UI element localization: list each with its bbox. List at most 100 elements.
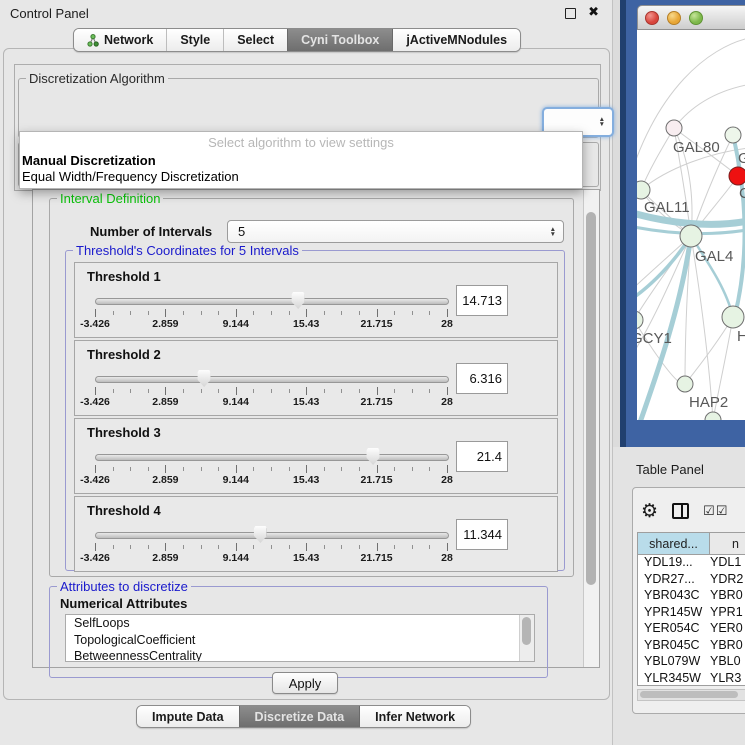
slider-tick bbox=[113, 467, 114, 471]
network-node[interactable] bbox=[722, 306, 744, 328]
network-node[interactable] bbox=[680, 225, 702, 247]
network-node-label: GA bbox=[738, 150, 745, 167]
table-row[interactable]: YDL19...YDL1 bbox=[638, 555, 745, 572]
columns-icon[interactable] bbox=[672, 503, 689, 519]
table-cell[interactable]: YBR0 bbox=[710, 588, 745, 605]
slider-tick bbox=[429, 545, 430, 549]
slider-handle[interactable] bbox=[198, 370, 211, 387]
table-row[interactable]: YPR145WYPR1 bbox=[638, 605, 745, 622]
zoom-traffic-light-icon[interactable] bbox=[689, 11, 703, 25]
slider-handle[interactable] bbox=[292, 292, 305, 309]
threshold-value-field[interactable]: 14.713 bbox=[456, 285, 508, 316]
apply-button[interactable]: Apply bbox=[272, 672, 338, 694]
slider-handle[interactable] bbox=[367, 448, 380, 465]
gear-icon[interactable]: ⚙ bbox=[641, 502, 658, 521]
column-header-shared-name[interactable]: shared... bbox=[638, 533, 710, 554]
tab-style[interactable]: Style bbox=[166, 29, 223, 51]
slider-tick bbox=[324, 545, 325, 549]
slider-tick bbox=[341, 389, 342, 393]
slider-track[interactable] bbox=[95, 454, 449, 461]
table-cell[interactable]: YBR043C bbox=[638, 588, 710, 605]
attribute-list-item[interactable]: TopologicalCoefficient bbox=[66, 632, 534, 649]
network-window-titlebar[interactable] bbox=[637, 5, 745, 30]
table-horizontal-scrollbar[interactable] bbox=[637, 689, 745, 701]
slider-scale-label: -3.426 bbox=[80, 474, 110, 486]
tab-infer-network[interactable]: Infer Network bbox=[359, 706, 470, 727]
select-checkboxes-icon[interactable]: ☑☑ bbox=[703, 503, 728, 519]
table-row[interactable]: YDR27...YDR2 bbox=[638, 572, 745, 589]
table-row[interactable]: YLR345WYLR3 bbox=[638, 671, 745, 687]
column-header-name[interactable]: n bbox=[710, 533, 745, 554]
network-canvas[interactable]: GAL80GACGAL11GAL4GCY1HHAP2 bbox=[637, 30, 745, 420]
slider-track[interactable] bbox=[95, 298, 449, 305]
tab-cyni-toolbox[interactable]: Cyni Toolbox bbox=[287, 29, 392, 51]
slider-tick bbox=[218, 467, 219, 471]
slider-scale: -3.4262.8599.14415.4321.71528 bbox=[95, 474, 447, 486]
table-cell[interactable]: YBL0 bbox=[710, 654, 745, 671]
network-node[interactable] bbox=[637, 311, 643, 329]
table-cell[interactable]: YDR27... bbox=[638, 572, 710, 589]
slider-track[interactable] bbox=[95, 376, 449, 383]
tab-select[interactable]: Select bbox=[223, 29, 287, 51]
table-cell[interactable]: YER0 bbox=[710, 621, 745, 638]
table-cell[interactable]: YLR345W bbox=[638, 671, 710, 687]
table-cell[interactable]: YDR2 bbox=[710, 572, 745, 589]
algorithm-dropdown-popup: Select algorithm to view settings Manual… bbox=[19, 131, 583, 189]
attribute-list-item[interactable]: SelfLoops bbox=[66, 615, 534, 632]
network-node[interactable] bbox=[666, 120, 682, 136]
threshold-value-field[interactable]: 11.344 bbox=[456, 519, 508, 550]
table-cell[interactable]: YDL1 bbox=[710, 555, 745, 572]
network-node[interactable] bbox=[677, 376, 693, 392]
threshold-4-slider[interactable]: -3.4262.8599.14415.4321.71528 bbox=[95, 525, 447, 565]
threshold-2-slider[interactable]: -3.4262.8599.14415.4321.71528 bbox=[95, 369, 447, 409]
slider-tick bbox=[130, 545, 131, 549]
table-cell[interactable]: YBL079W bbox=[638, 654, 710, 671]
list-scrollbar[interactable] bbox=[519, 615, 534, 661]
table-cell[interactable]: YBR045C bbox=[638, 638, 710, 655]
table-row[interactable]: YER054CYER0 bbox=[638, 621, 745, 638]
panel-scrollbar[interactable] bbox=[583, 190, 599, 667]
threshold-value-field[interactable]: 21.4 bbox=[456, 441, 508, 472]
slider-tick bbox=[306, 387, 307, 395]
table-row[interactable]: YBR045CYBR0 bbox=[638, 638, 745, 655]
tab-network[interactable]: Network bbox=[74, 29, 166, 51]
slider-tick bbox=[236, 309, 237, 317]
network-graph[interactable]: GAL80GACGAL11GAL4GCY1HHAP2 bbox=[637, 30, 745, 420]
algorithm-option-equal-width[interactable]: Equal Width/Frequency Discretization bbox=[22, 169, 239, 184]
slider-track[interactable] bbox=[95, 532, 449, 539]
table-row[interactable]: YBR043CYBR0 bbox=[638, 588, 745, 605]
table-cell[interactable]: YPR1 bbox=[710, 605, 745, 622]
table-cell[interactable]: YLR3 bbox=[710, 671, 745, 687]
list-scrollbar-thumb[interactable] bbox=[522, 617, 531, 645]
panel-scrollbar-thumb[interactable] bbox=[586, 212, 596, 585]
network-node[interactable] bbox=[725, 127, 741, 143]
table-hscroll-thumb[interactable] bbox=[640, 691, 738, 698]
tab-jactivemnodules[interactable]: jActiveMNodules bbox=[392, 29, 520, 51]
slider-handle[interactable] bbox=[254, 526, 267, 543]
table-row[interactable]: YBL079WYBL0 bbox=[638, 654, 745, 671]
network-node[interactable] bbox=[729, 167, 745, 185]
close-traffic-light-icon[interactable] bbox=[645, 11, 659, 25]
minimize-traffic-light-icon[interactable] bbox=[667, 11, 681, 25]
table-cell[interactable]: YPR145W bbox=[638, 605, 710, 622]
table-cell[interactable]: YER054C bbox=[638, 621, 710, 638]
numerical-attributes-list[interactable]: SelfLoopsTopologicalCoefficientBetweenne… bbox=[65, 614, 535, 662]
node-attribute-table[interactable]: shared... n YDL19...YDL1YDR27...YDR2YBR0… bbox=[637, 532, 745, 686]
threshold-value-field[interactable]: 6.316 bbox=[456, 363, 508, 394]
attribute-list-item[interactable]: BetweennessCentrality bbox=[66, 648, 534, 662]
tab-impute-data[interactable]: Impute Data bbox=[137, 706, 239, 727]
close-icon[interactable]: ✖ bbox=[588, 4, 599, 20]
slider-tick bbox=[429, 467, 430, 471]
threshold-1-slider[interactable]: -3.4262.8599.14415.4321.71528 bbox=[95, 291, 447, 331]
float-window-icon[interactable] bbox=[565, 8, 576, 19]
number-of-intervals-combobox[interactable]: 5 ▲▼ bbox=[227, 220, 564, 243]
tab-discretize-data[interactable]: Discretize Data bbox=[239, 706, 360, 727]
threshold-3-slider[interactable]: -3.4262.8599.14415.4321.71528 bbox=[95, 447, 447, 487]
algorithm-option-manual[interactable]: Manual Discretization bbox=[22, 153, 156, 168]
table-cell[interactable]: YDL19... bbox=[638, 555, 710, 572]
table-cell[interactable]: YBR0 bbox=[710, 638, 745, 655]
network-node[interactable] bbox=[705, 412, 721, 420]
network-node[interactable] bbox=[637, 181, 650, 199]
interval-definition-group: Interval Definition Number of Intervals … bbox=[49, 198, 574, 577]
algorithm-placeholder-option[interactable]: Select algorithm to view settings bbox=[20, 135, 582, 150]
